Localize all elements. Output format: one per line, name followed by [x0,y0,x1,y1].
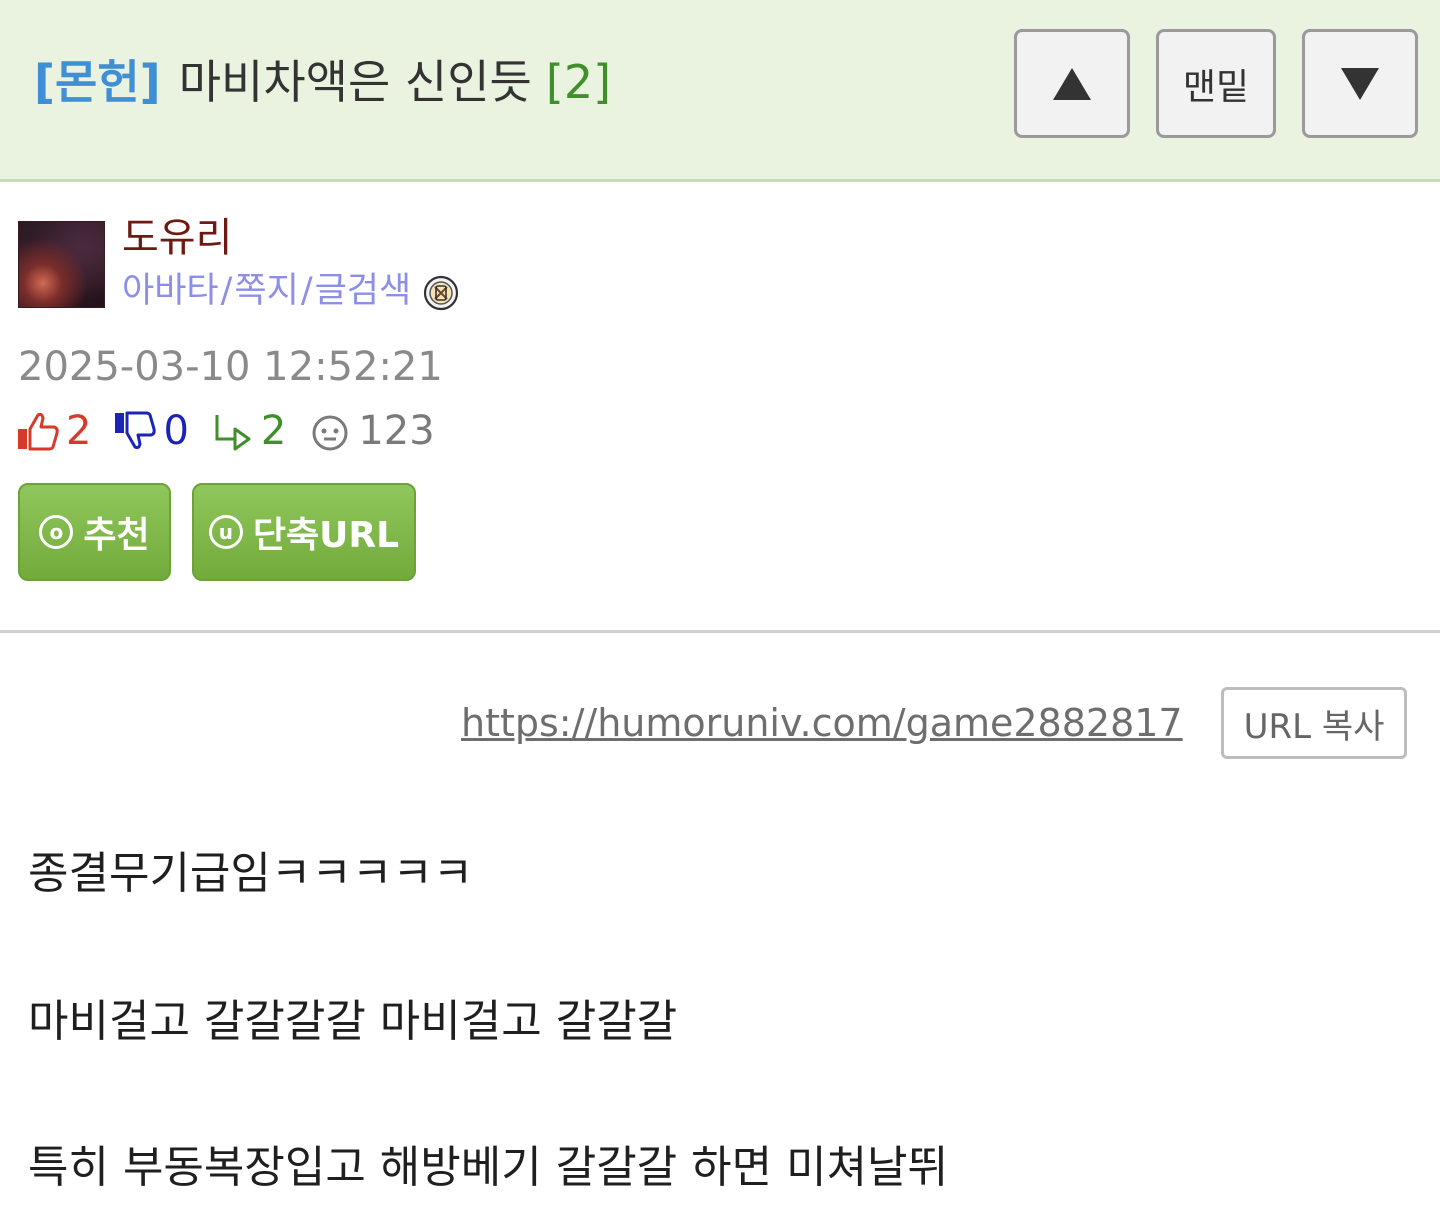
category-tag[interactable]: [몬헌] [34,55,161,109]
upvote-stat: 2 [16,408,91,454]
short-url-circle-icon: u [208,515,243,549]
downvote-stat: 0 [113,408,189,454]
section-divider [0,630,1440,633]
upvote-count: 2 [66,408,92,454]
avatar-link[interactable]: 아바타 [122,268,219,314]
link-separator: / [300,271,313,311]
author-links: 아바타 / 쪽지 / 글검색 [122,268,459,314]
content-paragraph: 마비걸고 갈갈갈갈 마비걸고 갈갈갈 [28,996,678,1047]
reply-arrow-icon [211,409,255,453]
scroll-bottom-button[interactable]: 맨밑 [1156,29,1276,138]
post-header: [몬헌] 마비차액은 신인듯 [2] 맨밑 [0,0,1440,182]
post-title: [몬헌] 마비차액은 신인듯 [2] [34,52,611,112]
avatar[interactable] [18,221,105,308]
post-datetime: 2025-03-10 12:52:21 [18,344,443,390]
scroll-up-button[interactable] [1014,29,1130,138]
thumbs-up-icon [16,409,60,453]
recommend-label: 추천 [83,515,150,556]
short-url-button[interactable]: u 단축URL [192,483,416,581]
content-paragraph: 종결무기급임ㅋㅋㅋㅋㅋ [28,848,474,899]
downvote-count: 0 [163,408,189,454]
post-stats: 2 0 2 123 [16,405,457,457]
triangle-down-icon [1341,67,1379,100]
post-subject: 마비차액은 신인듯 [178,55,532,109]
post-url-link[interactable]: https://humoruniv.com/game2882817 [461,698,1183,748]
scroll-down-button[interactable] [1302,29,1418,138]
view-stat: 123 [308,408,435,454]
author-nickname[interactable]: 도유리 [122,212,232,264]
view-count: 123 [358,408,435,454]
face-icon [308,409,352,453]
content-paragraph: 특히 부동복장입고 해방베기 갈갈갈 하면 미쳐날뛰 [28,1142,949,1193]
comment-count[interactable]: [2] [546,55,611,109]
recommend-button[interactable]: o 추천 [18,483,171,581]
recommend-circle-icon: o [39,515,74,549]
reply-stat: 2 [211,408,286,454]
triangle-up-icon [1053,67,1091,100]
thumbs-down-icon [113,409,157,453]
short-url-label: 단축URL [252,515,400,556]
reply-count: 2 [260,408,287,454]
level-badge-icon [423,275,459,311]
link-separator: / [220,271,233,311]
search-posts-link[interactable]: 글검색 [315,268,412,314]
copy-url-button[interactable]: URL 복사 [1221,687,1407,759]
message-link[interactable]: 쪽지 [234,268,298,314]
